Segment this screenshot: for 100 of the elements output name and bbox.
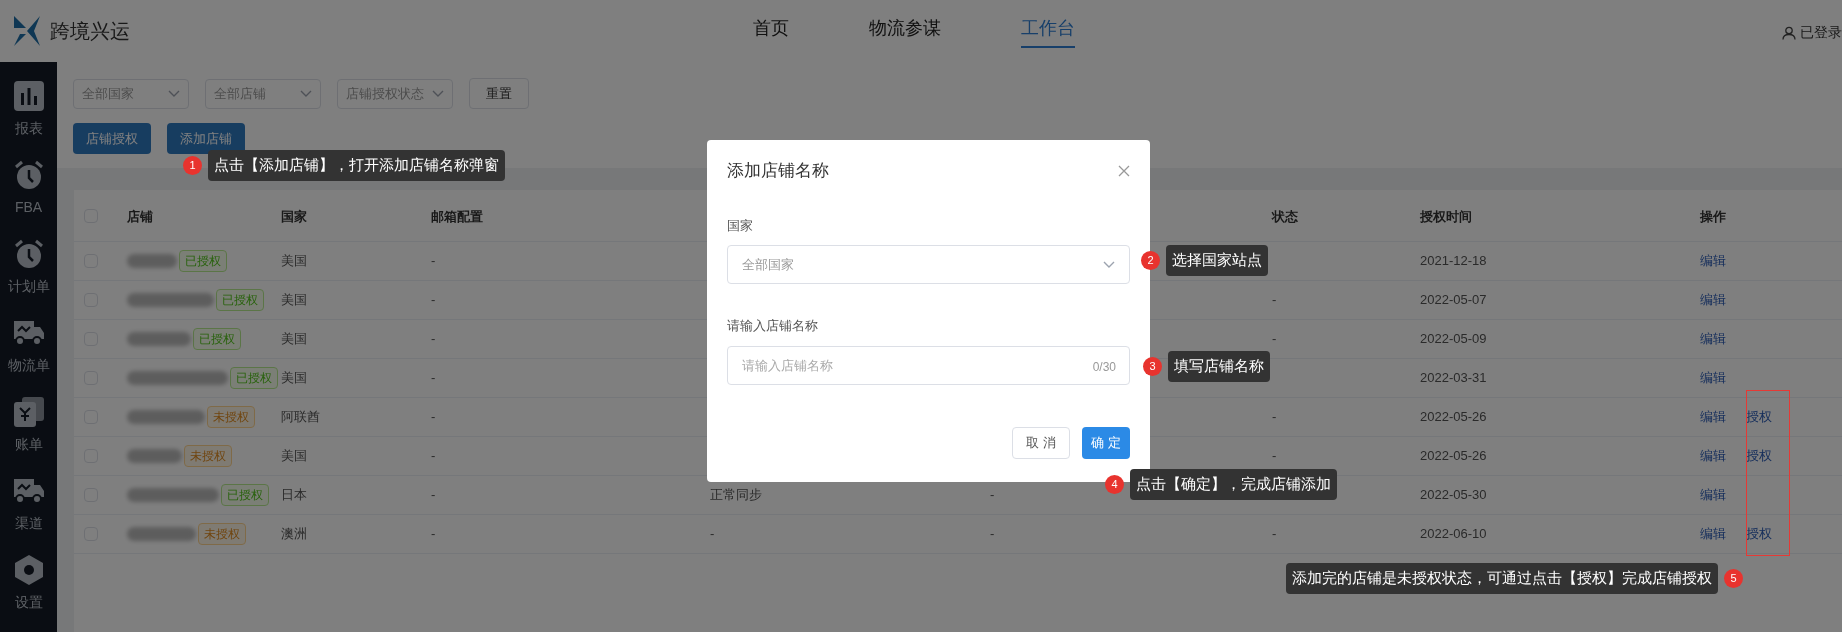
table-cell: -: [710, 526, 715, 542]
table-cell: 2022-06-10: [1420, 526, 1487, 542]
annotation-tooltip: 点击【添加店铺】，打开添加店铺名称弹窗: [208, 150, 505, 181]
table-link[interactable]: 授权: [1746, 446, 1772, 466]
table-link[interactable]: 编辑: [1700, 524, 1726, 544]
field-label: 请输入店铺名称: [727, 317, 819, 335]
table-cell: -: [431, 370, 436, 386]
table-link[interactable]: 授权: [1746, 407, 1772, 427]
nav-tab[interactable]: 工作台: [1021, 14, 1075, 48]
table-cell: 2022-05-09: [1420, 331, 1487, 347]
table-cell: 2022-05-30: [1420, 487, 1487, 503]
reset-button[interactable]: 重置: [469, 78, 529, 109]
login-status[interactable]: 已登录: [1800, 22, 1842, 43]
action-button[interactable]: 添加店铺: [167, 123, 245, 154]
annotation-tooltip: 添加完的店铺是未授权状态，可通过点击【授权】完成店铺授权: [1286, 563, 1718, 594]
table-link[interactable]: 授权: [1746, 524, 1772, 544]
confirm-button[interactable]: 确 定: [1082, 426, 1130, 459]
country-select[interactable]: 全部国家: [727, 245, 1130, 284]
bar-chart-icon: [13, 81, 44, 111]
column-header: 授权时间: [1420, 208, 1472, 224]
table-cell: 美国: [281, 370, 307, 386]
sidebar-item[interactable]: 计划单: [7, 230, 50, 309]
table-cell: -: [431, 292, 436, 308]
table-cell: -: [1272, 331, 1277, 347]
table-link[interactable]: 编辑: [1700, 251, 1726, 271]
alarm-clock-icon: [13, 239, 44, 269]
table-cell: 2022-05-07: [1420, 292, 1487, 308]
char-counter: 0/30: [1092, 358, 1116, 376]
column-header: 店铺: [127, 208, 153, 224]
table-cell: 阿联酋: [281, 409, 320, 425]
chevron-down-icon: [432, 89, 444, 98]
table-cell: 2022-05-26: [1420, 448, 1487, 464]
table-cell: 2022-03-31: [1420, 370, 1487, 386]
blurred-text: [127, 527, 196, 541]
table-link[interactable]: 编辑: [1700, 290, 1726, 310]
table-cell: -: [1272, 448, 1277, 464]
cancel-button[interactable]: 取 消: [1012, 426, 1070, 459]
status-tag: 已授权: [221, 484, 269, 506]
table-cell: -: [431, 448, 436, 464]
chevron-down-icon: [168, 89, 180, 98]
table-cell: 美国: [281, 331, 307, 347]
sidebar-item[interactable]: 设置: [13, 546, 44, 625]
table-link[interactable]: 编辑: [1700, 485, 1726, 505]
chevron-down-icon: [300, 89, 312, 98]
table-cell: 正常同步: [710, 487, 762, 503]
annotation-tooltip: 选择国家站点: [1166, 245, 1268, 276]
table-link[interactable]: 编辑: [1700, 446, 1726, 466]
table-cell: 美国: [281, 448, 307, 464]
user-icon: [1782, 25, 1796, 40]
table-cell: -: [431, 409, 436, 425]
sidebar-item[interactable]: 报表: [13, 72, 44, 151]
blurred-text: [127, 254, 177, 268]
table-cell: -: [1272, 526, 1277, 542]
table-link[interactable]: 编辑: [1700, 368, 1726, 388]
truck-icon: [12, 319, 45, 347]
table-cell: -: [431, 487, 436, 503]
chevron-down-icon: [1103, 260, 1115, 269]
table-cell: 2021-12-18: [1420, 253, 1487, 269]
table-cell: -: [1272, 409, 1277, 425]
table-cell: 美国: [281, 253, 307, 269]
sidebar-item[interactable]: 渠道: [12, 467, 45, 546]
modal-title: 添加店铺名称: [727, 160, 829, 182]
column-header: 操作: [1700, 208, 1726, 224]
table-cell: -: [431, 253, 436, 269]
sidebar-item[interactable]: 物流单: [7, 309, 50, 388]
status-tag: 未授权: [184, 445, 232, 467]
truck-icon: [12, 477, 45, 505]
blurred-text: [127, 332, 191, 346]
table-cell: 2022-05-26: [1420, 409, 1487, 425]
sidebar-item[interactable]: FBA: [13, 151, 44, 230]
table-cell: 美国: [281, 292, 307, 308]
sidebar-item[interactable]: 账单: [13, 388, 44, 467]
action-button[interactable]: 店铺授权: [73, 123, 151, 154]
table-cell: -: [990, 487, 995, 503]
logo-icon: [12, 14, 42, 48]
status-tag: 已授权: [216, 289, 264, 311]
table-cell: 澳洲: [281, 526, 307, 542]
column-header: 邮箱配置: [431, 208, 483, 224]
table-cell: -: [1272, 292, 1277, 308]
status-tag: 未授权: [207, 406, 255, 428]
status-tag: 已授权: [179, 250, 227, 272]
status-tag: 已授权: [230, 367, 278, 389]
annotation-tooltip: 点击【确定】，完成店铺添加: [1130, 469, 1337, 500]
table-cell: -: [990, 526, 995, 542]
table-link[interactable]: 编辑: [1700, 329, 1726, 349]
table-cell: -: [431, 331, 436, 347]
table-link[interactable]: 编辑: [1700, 407, 1726, 427]
bill-icon: [13, 397, 44, 427]
nav-tab[interactable]: 首页: [753, 14, 789, 48]
field-label: 国家: [727, 216, 754, 235]
alarm-clock-icon: [13, 160, 44, 190]
nav-tab[interactable]: 物流参谋: [869, 14, 941, 48]
gear-icon: [13, 554, 44, 586]
logo-text: 跨境兴运: [50, 19, 130, 44]
column-header: 国家: [281, 208, 307, 224]
column-header: 状态: [1272, 208, 1298, 224]
close-icon[interactable]: [1118, 164, 1130, 177]
blurred-text: [127, 449, 182, 463]
status-tag: 已授权: [193, 328, 241, 350]
table-cell: -: [431, 526, 436, 542]
